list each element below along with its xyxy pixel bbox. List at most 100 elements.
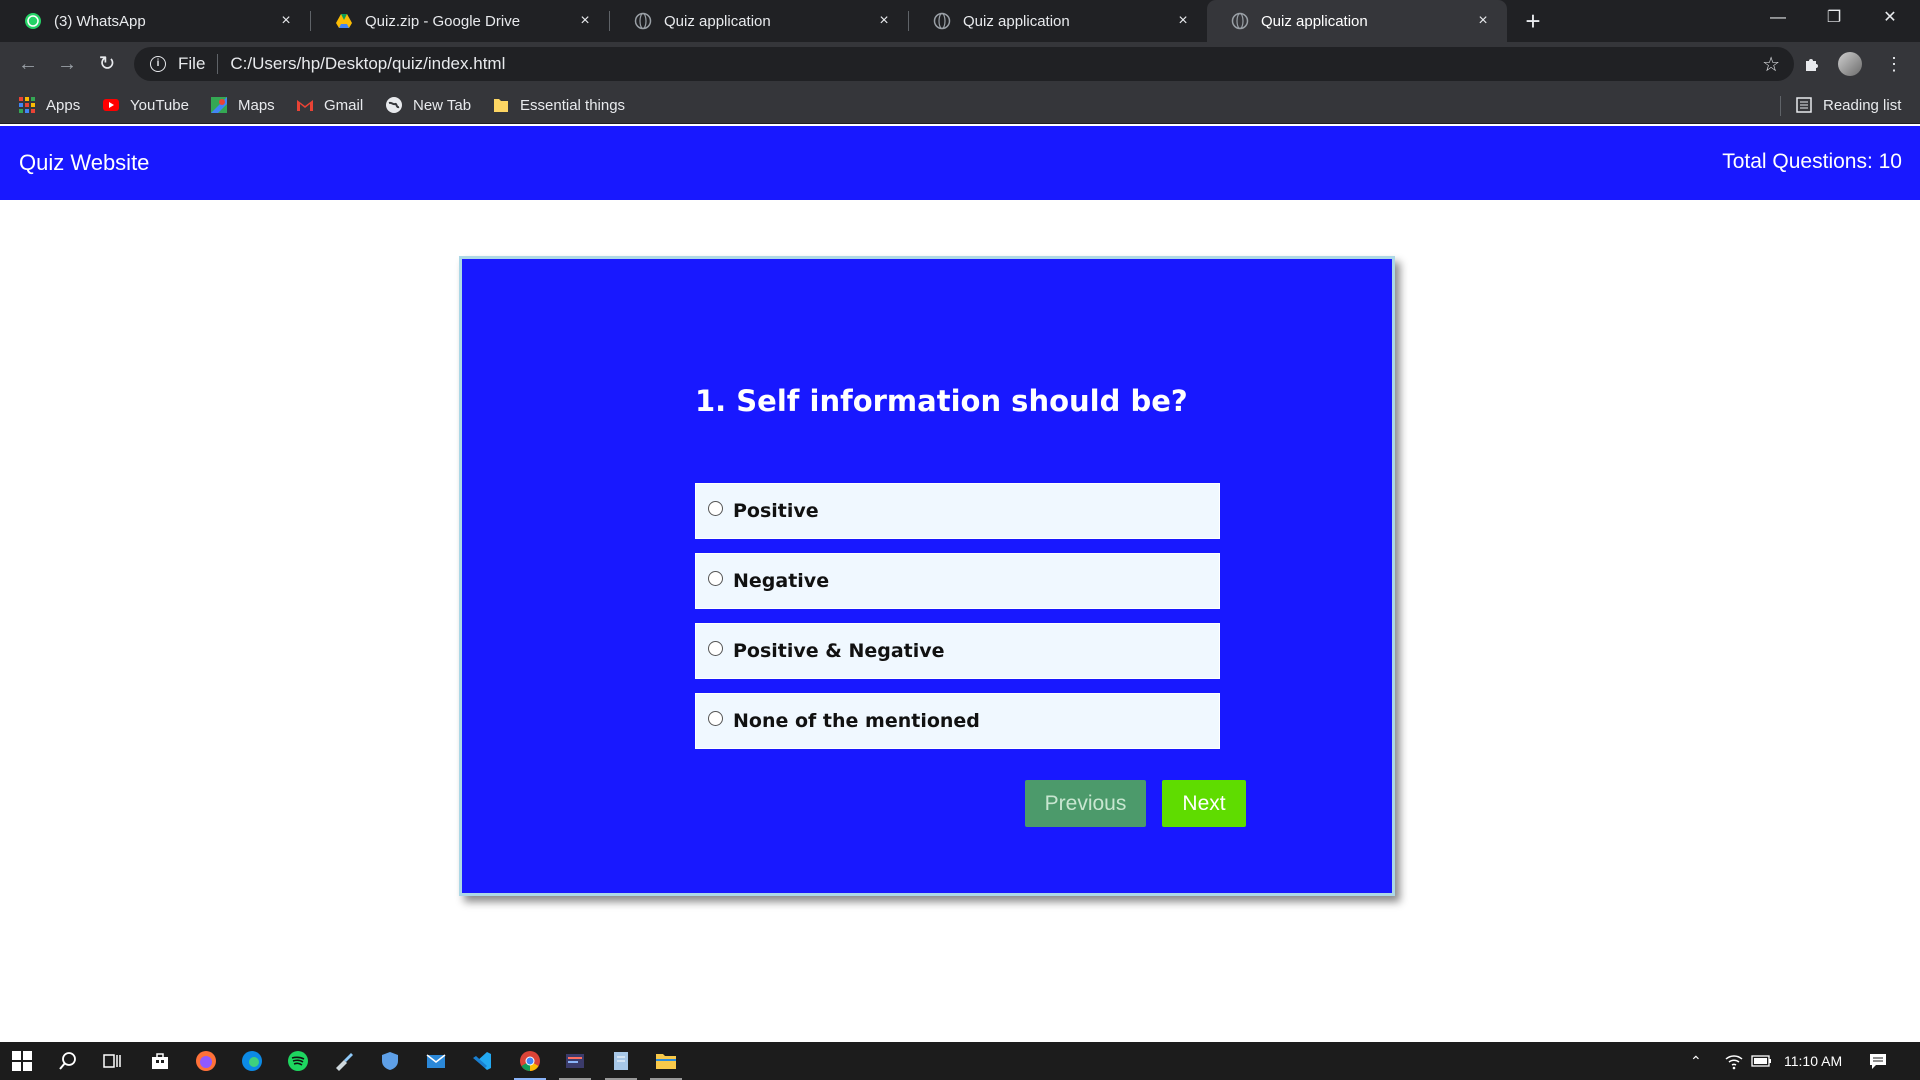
search-icon[interactable]: [56, 1049, 80, 1073]
bookmark-maps[interactable]: Maps: [210, 86, 275, 124]
info-icon[interactable]: i: [150, 56, 166, 72]
tab-title: Quiz application: [664, 12, 771, 30]
maps-icon: [211, 97, 227, 113]
store-icon[interactable]: [148, 1049, 172, 1073]
close-tab-icon[interactable]: ×: [1173, 12, 1193, 30]
browser-tab-bar: (3) WhatsApp × Quiz.zip - Google Drive ×…: [0, 0, 1920, 42]
windows-taskbar: ⌃ 11:10 AM: [0, 1042, 1920, 1080]
next-button[interactable]: Next: [1162, 780, 1246, 827]
mail-icon[interactable]: [424, 1049, 448, 1073]
answer-option[interactable]: Positive & Negative: [695, 623, 1220, 679]
profile-avatar[interactable]: [1838, 52, 1862, 76]
reading-list-label: Reading list: [1823, 96, 1902, 114]
bookmark-apps[interactable]: Apps: [18, 86, 80, 124]
bookmarks-divider: [1780, 96, 1781, 116]
answer-label: Positive: [733, 500, 819, 522]
total-questions: Total Questions: 10: [1722, 150, 1902, 173]
bookmark-new-tab[interactable]: New Tab: [385, 86, 471, 124]
quiz-card: 1. Self information should be? Positive …: [459, 256, 1395, 896]
bookmark-label: Gmail: [324, 96, 364, 114]
gmail-icon: [297, 100, 313, 111]
notepad-icon[interactable]: [609, 1049, 633, 1073]
bookmark-gmail[interactable]: Gmail: [296, 86, 363, 124]
windows-start-icon[interactable]: [10, 1049, 34, 1073]
bookmark-label: Apps: [46, 96, 81, 114]
reading-list[interactable]: Reading list: [1795, 86, 1901, 124]
question-text: 1. Self information should be?: [695, 384, 1188, 418]
reload-icon[interactable]: ↻: [91, 48, 123, 80]
globe-icon: [1231, 12, 1249, 30]
tab-quiz-application-active[interactable]: Quiz application ×: [1207, 0, 1507, 42]
tab-google-drive[interactable]: Quiz.zip - Google Drive ×: [311, 0, 609, 42]
bookmark-star-icon[interactable]: ☆: [1762, 52, 1780, 77]
media-player-icon[interactable]: [563, 1049, 587, 1073]
close-tab-icon[interactable]: ×: [575, 12, 595, 30]
radio-button[interactable]: [708, 640, 723, 656]
tab-quiz-application-2[interactable]: Quiz application ×: [909, 0, 1207, 42]
address-scheme: File: [178, 54, 206, 73]
restore-icon[interactable]: ❐: [1806, 0, 1862, 36]
tab-title: Quiz application: [963, 12, 1070, 30]
site-header: Quiz Website Total Questions: 10: [0, 126, 1920, 200]
notification-center-icon[interactable]: [1866, 1049, 1890, 1073]
answer-label: None of the mentioned: [733, 710, 980, 732]
answer-option[interactable]: Positive: [695, 483, 1220, 539]
folder-icon: [494, 99, 508, 112]
close-tab-icon[interactable]: ×: [874, 12, 894, 30]
radio-button[interactable]: [708, 710, 723, 726]
bookmark-label: Maps: [238, 96, 275, 114]
answer-options: Positive Negative Positive & Negative No…: [695, 483, 1220, 763]
globe-icon: [386, 97, 402, 113]
bookmarks-bar: Apps YouTube Maps Gmail New Tab Essentia…: [0, 86, 1920, 124]
spotify-icon[interactable]: [286, 1049, 310, 1073]
radio-button[interactable]: [708, 570, 723, 586]
wifi-icon[interactable]: [1722, 1049, 1746, 1073]
edge-icon[interactable]: [240, 1049, 264, 1073]
radio-button[interactable]: [708, 500, 723, 516]
new-tab-button[interactable]: +: [1518, 6, 1548, 36]
globe-icon: [634, 12, 652, 30]
bookmark-label: New Tab: [413, 96, 472, 114]
paint-icon[interactable]: [332, 1049, 356, 1073]
close-window-icon[interactable]: ✕: [1862, 0, 1918, 36]
bookmark-label: YouTube: [130, 96, 189, 114]
tab-whatsapp[interactable]: (3) WhatsApp ×: [0, 0, 310, 42]
bookmark-label: Essential things: [520, 96, 626, 114]
address-divider: [217, 54, 219, 74]
address-bar[interactable]: i File C:/Users/hp/Desktop/quiz/index.ht…: [134, 47, 1794, 81]
battery-icon[interactable]: [1750, 1049, 1774, 1073]
task-view-icon[interactable]: [100, 1049, 124, 1073]
reading-list-icon: [1796, 97, 1812, 113]
minimize-icon[interactable]: —: [1750, 0, 1806, 36]
more-menu-icon[interactable]: ⋮: [1878, 48, 1910, 80]
extensions-puzzle-icon[interactable]: [1796, 48, 1828, 80]
whatsapp-icon: [25, 13, 41, 29]
taskbar-clock[interactable]: 11:10 AM: [1784, 1042, 1842, 1080]
youtube-icon: [103, 99, 119, 111]
previous-button[interactable]: Previous: [1025, 780, 1146, 827]
chrome-icon[interactable]: [518, 1049, 542, 1073]
tab-title: Quiz application: [1261, 12, 1368, 30]
file-explorer-icon[interactable]: [654, 1049, 678, 1073]
tab-quiz-application-1[interactable]: Quiz application ×: [610, 0, 908, 42]
bookmark-essential-things[interactable]: Essential things: [492, 86, 625, 124]
tray-chevron-up-icon[interactable]: ⌃: [1690, 1042, 1702, 1080]
google-drive-icon: [336, 14, 352, 28]
apps-grid-icon: [19, 97, 35, 113]
security-shield-icon[interactable]: [378, 1049, 402, 1073]
browser-toolbar: ← → ↻ i File C:/Users/hp/Desktop/quiz/in…: [0, 42, 1920, 86]
address-url[interactable]: C:/Users/hp/Desktop/quiz/index.html: [230, 54, 505, 74]
answer-option[interactable]: Negative: [695, 553, 1220, 609]
tab-title: (3) WhatsApp: [54, 12, 146, 30]
bookmark-youtube[interactable]: YouTube: [102, 86, 189, 124]
site-brand[interactable]: Quiz Website: [19, 150, 149, 176]
answer-label: Negative: [733, 570, 830, 592]
close-tab-icon[interactable]: ×: [1473, 12, 1493, 30]
tab-title: Quiz.zip - Google Drive: [365, 12, 521, 30]
firefox-icon[interactable]: [194, 1049, 218, 1073]
forward-arrow-icon[interactable]: →: [51, 48, 83, 80]
close-tab-icon[interactable]: ×: [276, 12, 296, 30]
answer-option[interactable]: None of the mentioned: [695, 693, 1220, 749]
vscode-icon[interactable]: [470, 1049, 494, 1073]
back-arrow-icon[interactable]: ←: [12, 48, 44, 80]
